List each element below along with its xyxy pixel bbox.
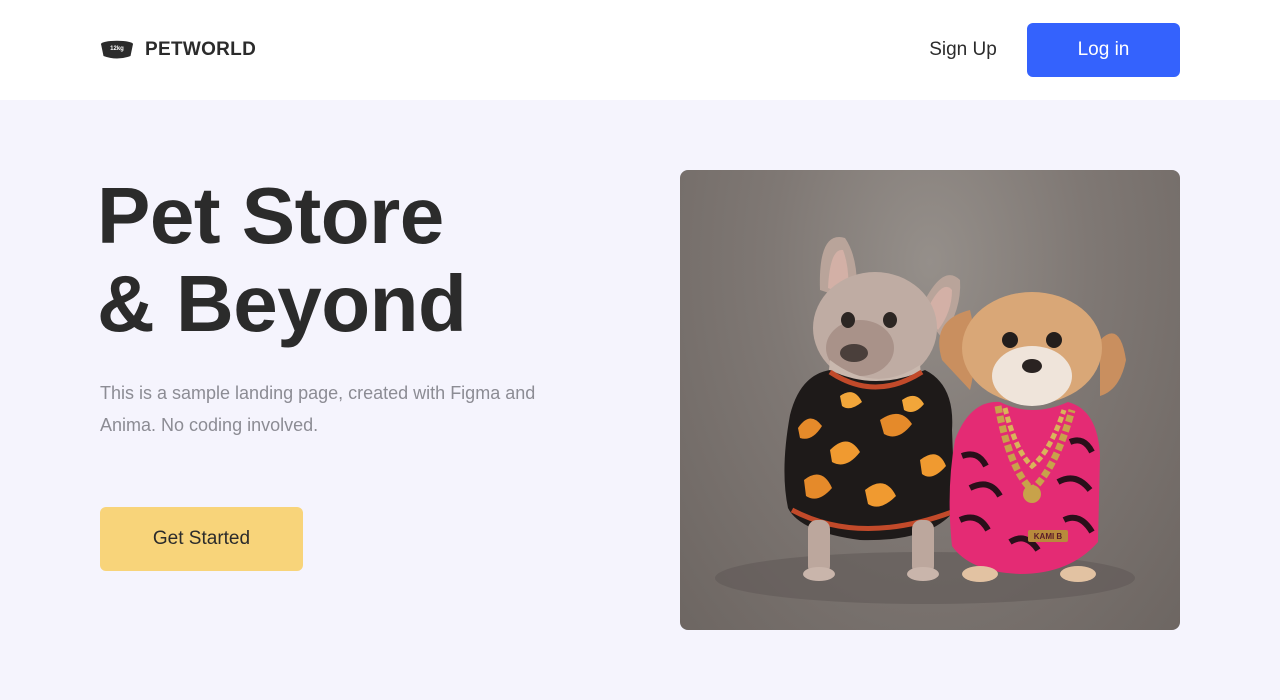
brand-logo[interactable]: 12kg PETWORLD <box>100 38 256 62</box>
french-bulldog-illustration <box>784 237 961 581</box>
hero-title-line-2: & Beyond <box>97 259 467 348</box>
sign-up-link[interactable]: Sign Up <box>920 36 1006 64</box>
bowl-badge-text: 12kg <box>110 46 124 52</box>
hero-description: This is a sample landing page, created w… <box>100 383 536 435</box>
log-in-button[interactable]: Log in <box>1027 23 1180 77</box>
hero-title: Pet Store & Beyond <box>97 172 657 348</box>
small-dog-illustration: KAMI B <box>939 292 1126 582</box>
get-started-button[interactable]: Get Started <box>100 507 303 571</box>
hero-title-line-1: Pet Store <box>97 171 444 260</box>
pet-bowl-icon: 12kg <box>100 39 134 61</box>
hero-image-dogs: KAMI B <box>680 170 1180 630</box>
dog-name-tag: KAMI B <box>1034 532 1063 541</box>
top-navbar: 12kg PETWORLD Sign Up Log in <box>0 0 1280 100</box>
brand-name: PETWORLD <box>145 39 257 60</box>
